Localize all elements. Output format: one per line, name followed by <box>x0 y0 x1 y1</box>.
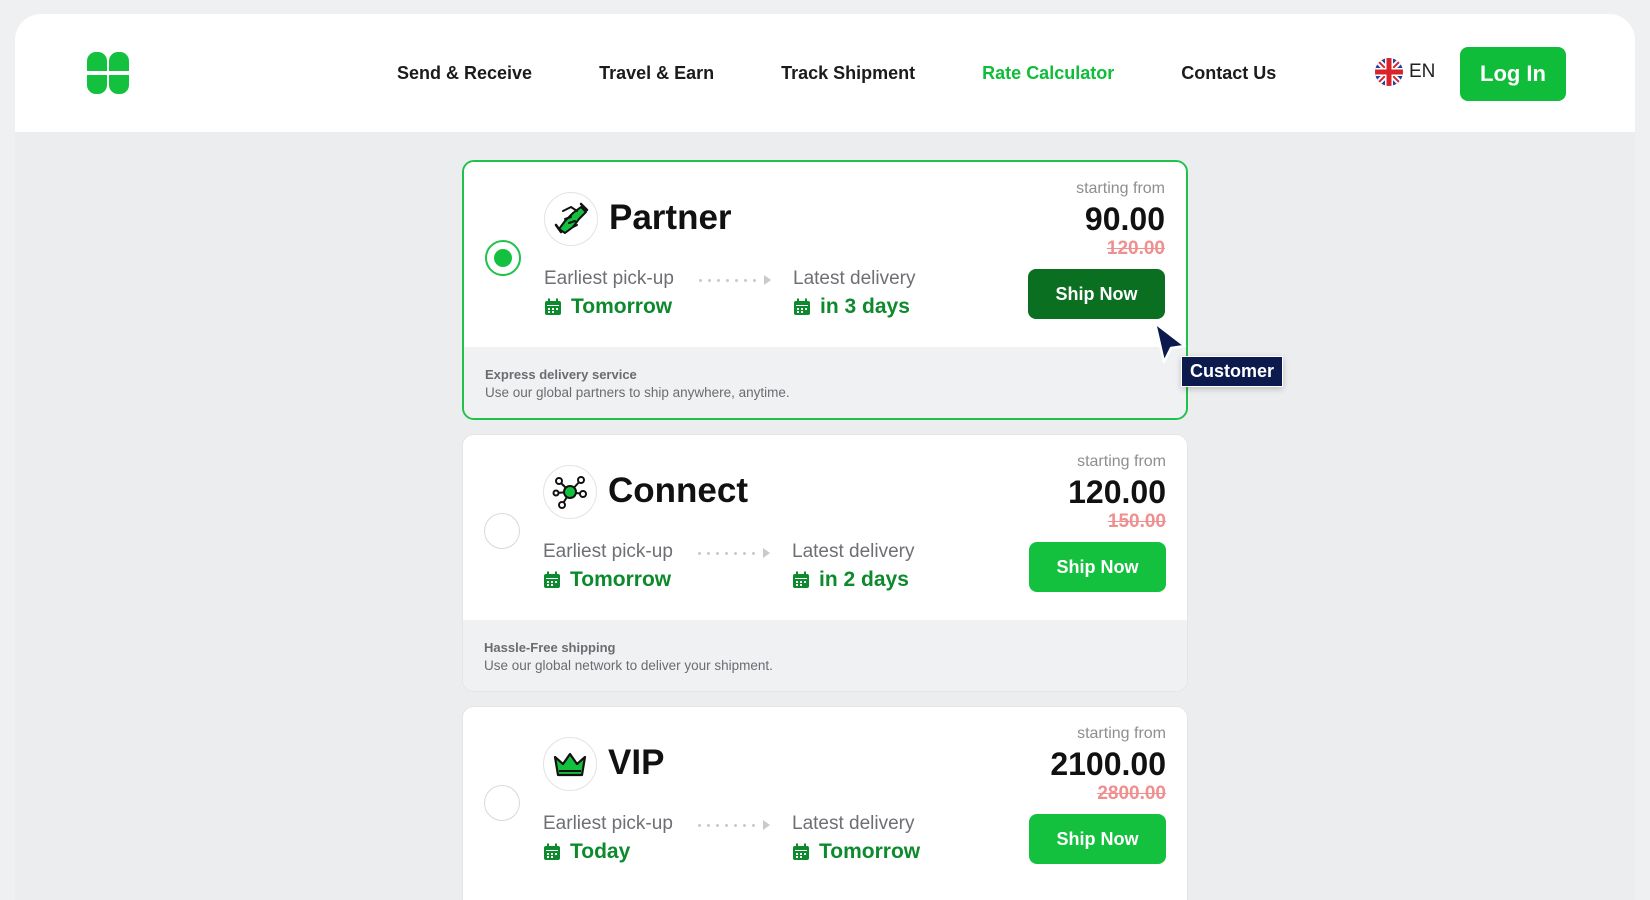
price-block: starting from 120.00 150.00 <box>1068 453 1166 533</box>
price-block: starting from 90.00 120.00 <box>1076 180 1165 260</box>
delivery-label: Latest delivery <box>793 268 916 289</box>
language-selector[interactable]: EN <box>1375 58 1435 86</box>
delivery-value-text: in 2 days <box>819 568 909 591</box>
nav-send-receive[interactable]: Send & Receive <box>397 63 532 84</box>
ship-now-button[interactable]: Ship Now <box>1028 269 1165 319</box>
delivery-value: in 3 days <box>793 295 910 319</box>
pickup-label: Earliest pick-up <box>543 541 673 562</box>
pickup-value: Tomorrow <box>543 568 671 592</box>
service-card-vip[interactable]: VIP Earliest pick-up Latest delivery Tod… <box>462 706 1188 900</box>
nav-rate-calculator[interactable]: Rate Calculator <box>982 63 1114 84</box>
radio-button-selected[interactable] <box>485 240 521 276</box>
timeline-dots <box>698 548 780 558</box>
delivery-value: in 2 days <box>792 568 909 592</box>
pickup-value: Tomorrow <box>544 295 672 319</box>
main-nav: Send & Receive Travel & Earn Track Shipm… <box>397 14 1343 132</box>
price: 90.00 <box>1084 201 1165 237</box>
calendar-icon <box>544 571 560 588</box>
service-name: Partner <box>609 198 732 237</box>
footer-description: Use our global partners to ship anywhere… <box>485 385 790 400</box>
language-label: EN <box>1409 61 1436 82</box>
card-main: Partner Earliest pick-up Latest delivery… <box>464 162 1186 347</box>
handshake-icon <box>544 192 598 246</box>
ship-now-button[interactable]: Ship Now <box>1029 814 1166 864</box>
browser-window: Send & Receive Travel & Earn Track Shipm… <box>15 14 1635 900</box>
old-price: 120.00 <box>1106 238 1165 259</box>
nav-track-shipment[interactable]: Track Shipment <box>781 63 915 84</box>
screen-frame: Send & Receive Travel & Earn Track Shipm… <box>0 0 1650 900</box>
delivery-value-text: Tomorrow <box>819 840 921 863</box>
ship-now-button[interactable]: Ship Now <box>1029 542 1166 592</box>
starting-from-label: starting from <box>1077 453 1166 470</box>
footer-title: Express delivery service <box>485 367 637 382</box>
network-icon <box>543 465 597 519</box>
radio-button[interactable] <box>484 785 520 821</box>
login-button[interactable]: Log In <box>1460 47 1566 101</box>
calendar-icon <box>794 298 810 315</box>
pickup-value: Today <box>543 840 630 864</box>
card-footer: Express delivery service Use our global … <box>464 347 1186 418</box>
starting-from-label: starting from <box>1076 180 1165 197</box>
cursor-label: Customer <box>1181 356 1284 387</box>
timeline-dots <box>699 275 781 285</box>
old-price: 2800.00 <box>1097 783 1166 804</box>
price: 2100.00 <box>1050 746 1166 782</box>
pickup-label: Earliest pick-up <box>543 813 673 834</box>
footer-title: Hassle-Free shipping <box>484 640 616 655</box>
price-block: starting from 2100.00 2800.00 <box>1050 725 1166 805</box>
calendar-icon <box>545 298 561 315</box>
card-main: Connect Earliest pick-up Latest delivery… <box>463 435 1187 620</box>
pickup-value-text: Today <box>570 840 631 863</box>
service-name: Connect <box>608 471 748 510</box>
old-price: 150.00 <box>1107 511 1166 532</box>
pickup-value-text: Tomorrow <box>571 295 673 318</box>
delivery-value: Tomorrow <box>792 840 920 864</box>
delivery-label: Latest delivery <box>792 813 915 834</box>
starting-from-label: starting from <box>1077 725 1166 742</box>
nav-contact-us[interactable]: Contact Us <box>1181 63 1276 84</box>
calendar-icon <box>793 571 809 588</box>
service-card-connect[interactable]: Connect Earliest pick-up Latest delivery… <box>462 434 1188 692</box>
nav-travel-earn[interactable]: Travel & Earn <box>599 63 714 84</box>
radio-button[interactable] <box>484 513 520 549</box>
price: 120.00 <box>1068 474 1166 510</box>
calendar-icon <box>793 843 809 860</box>
delivery-label: Latest delivery <box>792 541 915 562</box>
uk-flag-icon <box>1375 58 1403 86</box>
footer-description: Use our global network to deliver your s… <box>484 658 773 673</box>
brand-logo[interactable] <box>84 50 132 98</box>
calendar-icon <box>544 843 560 860</box>
card-main: VIP Earliest pick-up Latest delivery Tod… <box>463 707 1187 892</box>
pickup-value-text: Tomorrow <box>570 568 672 591</box>
card-footer: Hassle-Free shipping Use our global netw… <box>463 620 1187 691</box>
crown-icon <box>543 737 597 791</box>
service-card-partner[interactable]: Partner Earliest pick-up Latest delivery… <box>462 160 1188 420</box>
top-navbar: Send & Receive Travel & Earn Track Shipm… <box>15 14 1635 132</box>
timeline-dots <box>698 820 780 830</box>
service-name: VIP <box>608 743 665 782</box>
pickup-label: Earliest pick-up <box>544 268 674 289</box>
delivery-value-text: in 3 days <box>820 295 910 318</box>
